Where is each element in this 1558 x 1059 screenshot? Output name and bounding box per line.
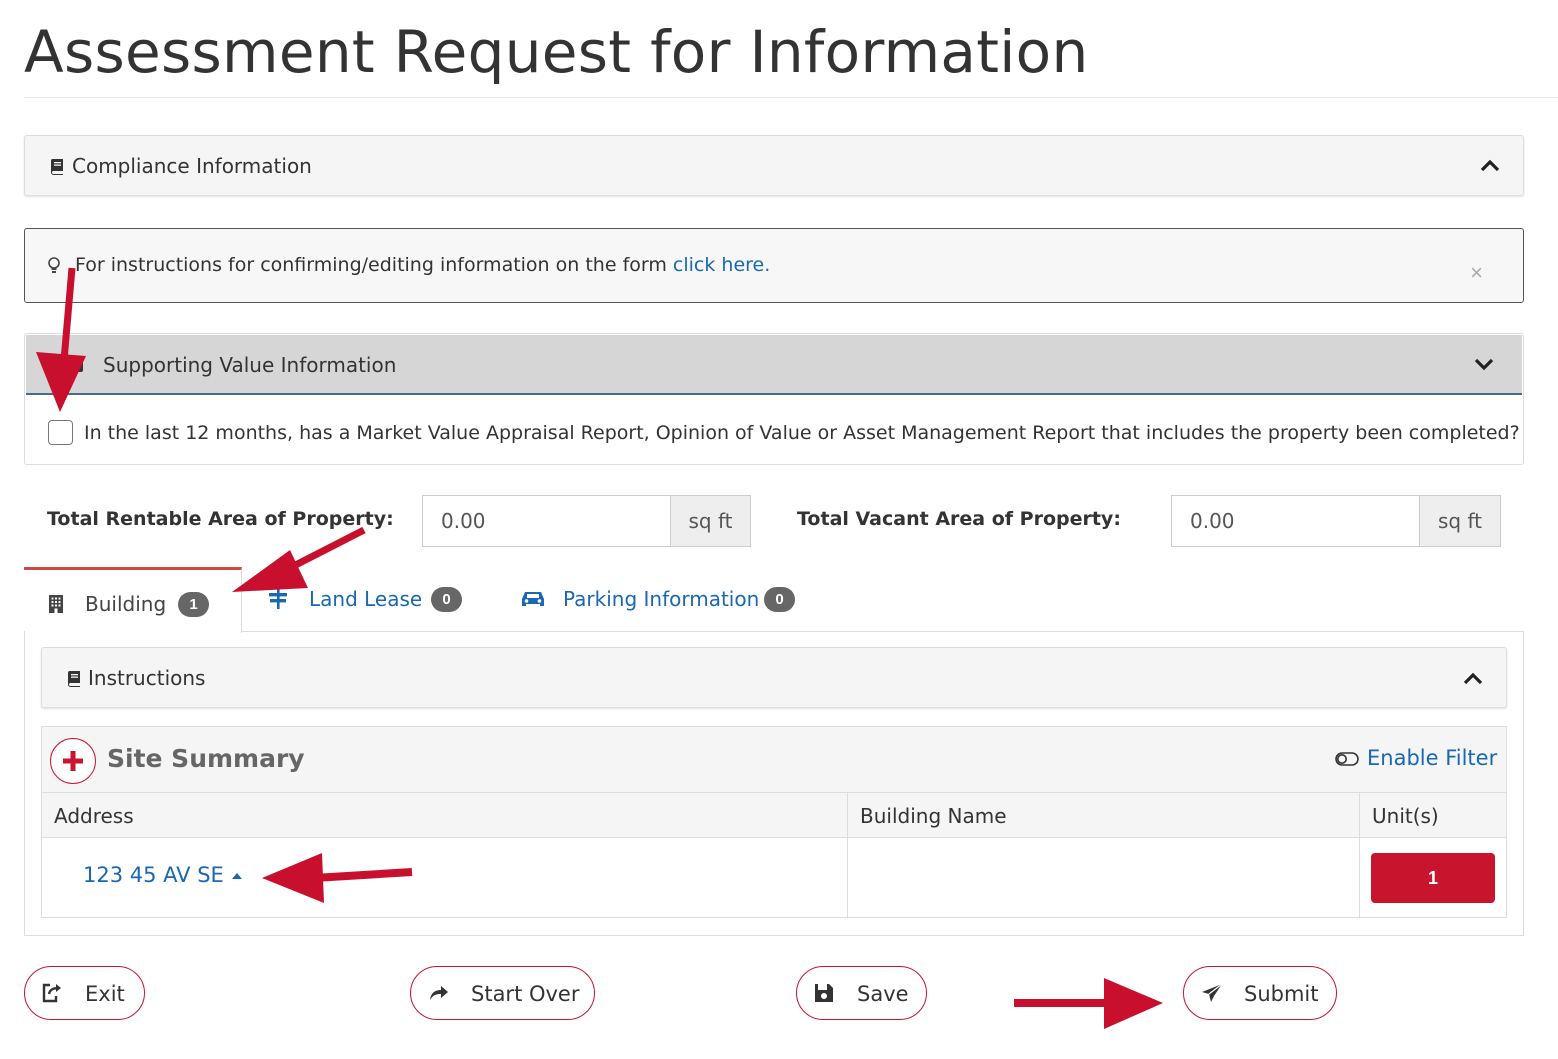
title-divider <box>24 97 1558 98</box>
caret-up-icon <box>231 873 242 879</box>
paper-plane-icon <box>1200 982 1224 1009</box>
rentable-area-input[interactable]: 0.00 <box>422 495 671 547</box>
compliance-label: Compliance Information <box>72 154 312 178</box>
address-link[interactable]: 123 45 AV SE <box>83 863 244 887</box>
chevron-up-icon[interactable] <box>1480 158 1500 177</box>
site-summary-header: Site Summary Enable Filter <box>42 727 1506 793</box>
address-text: 123 45 AV SE <box>83 863 224 887</box>
lightbulb-icon <box>47 256 61 281</box>
column-header-address[interactable]: Address <box>42 793 848 838</box>
save-label: Save <box>857 982 909 1006</box>
site-summary-panel: Site Summary Enable Filter Address Build… <box>41 726 1507 918</box>
rentable-area-label: Total Rentable Area of Property: <box>47 508 394 530</box>
submit-label: Submit <box>1244 982 1319 1006</box>
vacant-area-label: Total Vacant Area of Property: <box>797 508 1121 530</box>
enable-filter-link[interactable]: Enable Filter <box>1335 746 1497 770</box>
vacant-area-input[interactable]: 0.00 <box>1171 495 1420 547</box>
submit-button[interactable]: Submit <box>1183 966 1337 1020</box>
plus-icon <box>63 751 83 771</box>
supporting-value-header[interactable]: Supporting Value Information <box>26 335 1522 395</box>
tab-land-lease-count: 0 <box>431 587 462 612</box>
book-icon <box>49 158 65 180</box>
start-over-button[interactable]: Start Over <box>410 966 595 1020</box>
floppy-disk-icon <box>813 982 835 1009</box>
appraisal-question: In the last 12 months, has a Market Valu… <box>84 422 1520 444</box>
share-arrow-icon <box>427 982 449 1009</box>
compliance-panel-header[interactable]: Compliance Information <box>24 135 1524 196</box>
tab-land-lease[interactable]: Land Lease 0 <box>262 580 472 620</box>
alert-text: For instructions for confirming/editing … <box>75 254 770 276</box>
tab-parking-label: Parking Information <box>563 587 760 611</box>
column-header-building-name[interactable]: Building Name <box>848 793 1360 838</box>
annotation-arrow-submit <box>1014 978 1163 1029</box>
exit-label: Exit <box>85 982 125 1006</box>
supporting-value-panel: Supporting Value Information In the last… <box>24 333 1524 465</box>
supporting-value-label: Supporting Value Information <box>103 353 397 377</box>
tab-parking-information[interactable]: Parking Information 0 <box>518 580 808 620</box>
table-cell-building-name <box>848 838 1360 917</box>
toggle-icon <box>1335 752 1359 766</box>
page-title: Assessment Request for Information <box>24 18 1089 86</box>
calculator-icon <box>68 355 84 378</box>
close-icon[interactable]: × <box>1470 262 1483 284</box>
add-site-button[interactable] <box>50 738 96 784</box>
start-over-label: Start Over <box>471 982 580 1006</box>
exit-icon <box>41 982 63 1009</box>
enable-filter-label: Enable Filter <box>1367 746 1498 770</box>
table-cell-units: 1 <box>1360 838 1506 917</box>
chevron-down-icon[interactable] <box>1474 357 1494 376</box>
tab-building-count: 1 <box>178 592 209 617</box>
column-header-units[interactable]: Unit(s) <box>1360 793 1506 838</box>
click-here-link[interactable]: click here. <box>673 254 770 276</box>
site-summary-title: Site Summary <box>107 744 305 773</box>
book-icon <box>66 670 82 692</box>
appraisal-checkbox[interactable] <box>48 420 73 445</box>
car-icon <box>520 589 546 614</box>
instructions-panel-header[interactable]: Instructions <box>41 647 1507 708</box>
units-button[interactable]: 1 <box>1371 853 1495 903</box>
tab-land-lease-label: Land Lease <box>309 587 423 611</box>
table-cell-address: 123 45 AV SE <box>42 838 848 917</box>
signpost-icon <box>267 588 289 615</box>
vacant-area-unit: sq ft <box>1420 495 1501 547</box>
exit-button[interactable]: Exit <box>24 966 145 1020</box>
tab-parking-count: 0 <box>764 587 795 612</box>
alert-message: For instructions for confirming/editing … <box>75 254 673 276</box>
instructions-alert: For instructions for confirming/editing … <box>24 228 1524 303</box>
chevron-up-icon[interactable] <box>1463 671 1483 690</box>
tab-building-label: Building <box>85 592 167 616</box>
rentable-area-unit: sq ft <box>671 495 751 547</box>
tab-building[interactable]: Building 1 <box>24 567 242 633</box>
save-button[interactable]: Save <box>796 966 927 1020</box>
building-icon <box>48 594 64 619</box>
instructions-label: Instructions <box>88 666 206 690</box>
